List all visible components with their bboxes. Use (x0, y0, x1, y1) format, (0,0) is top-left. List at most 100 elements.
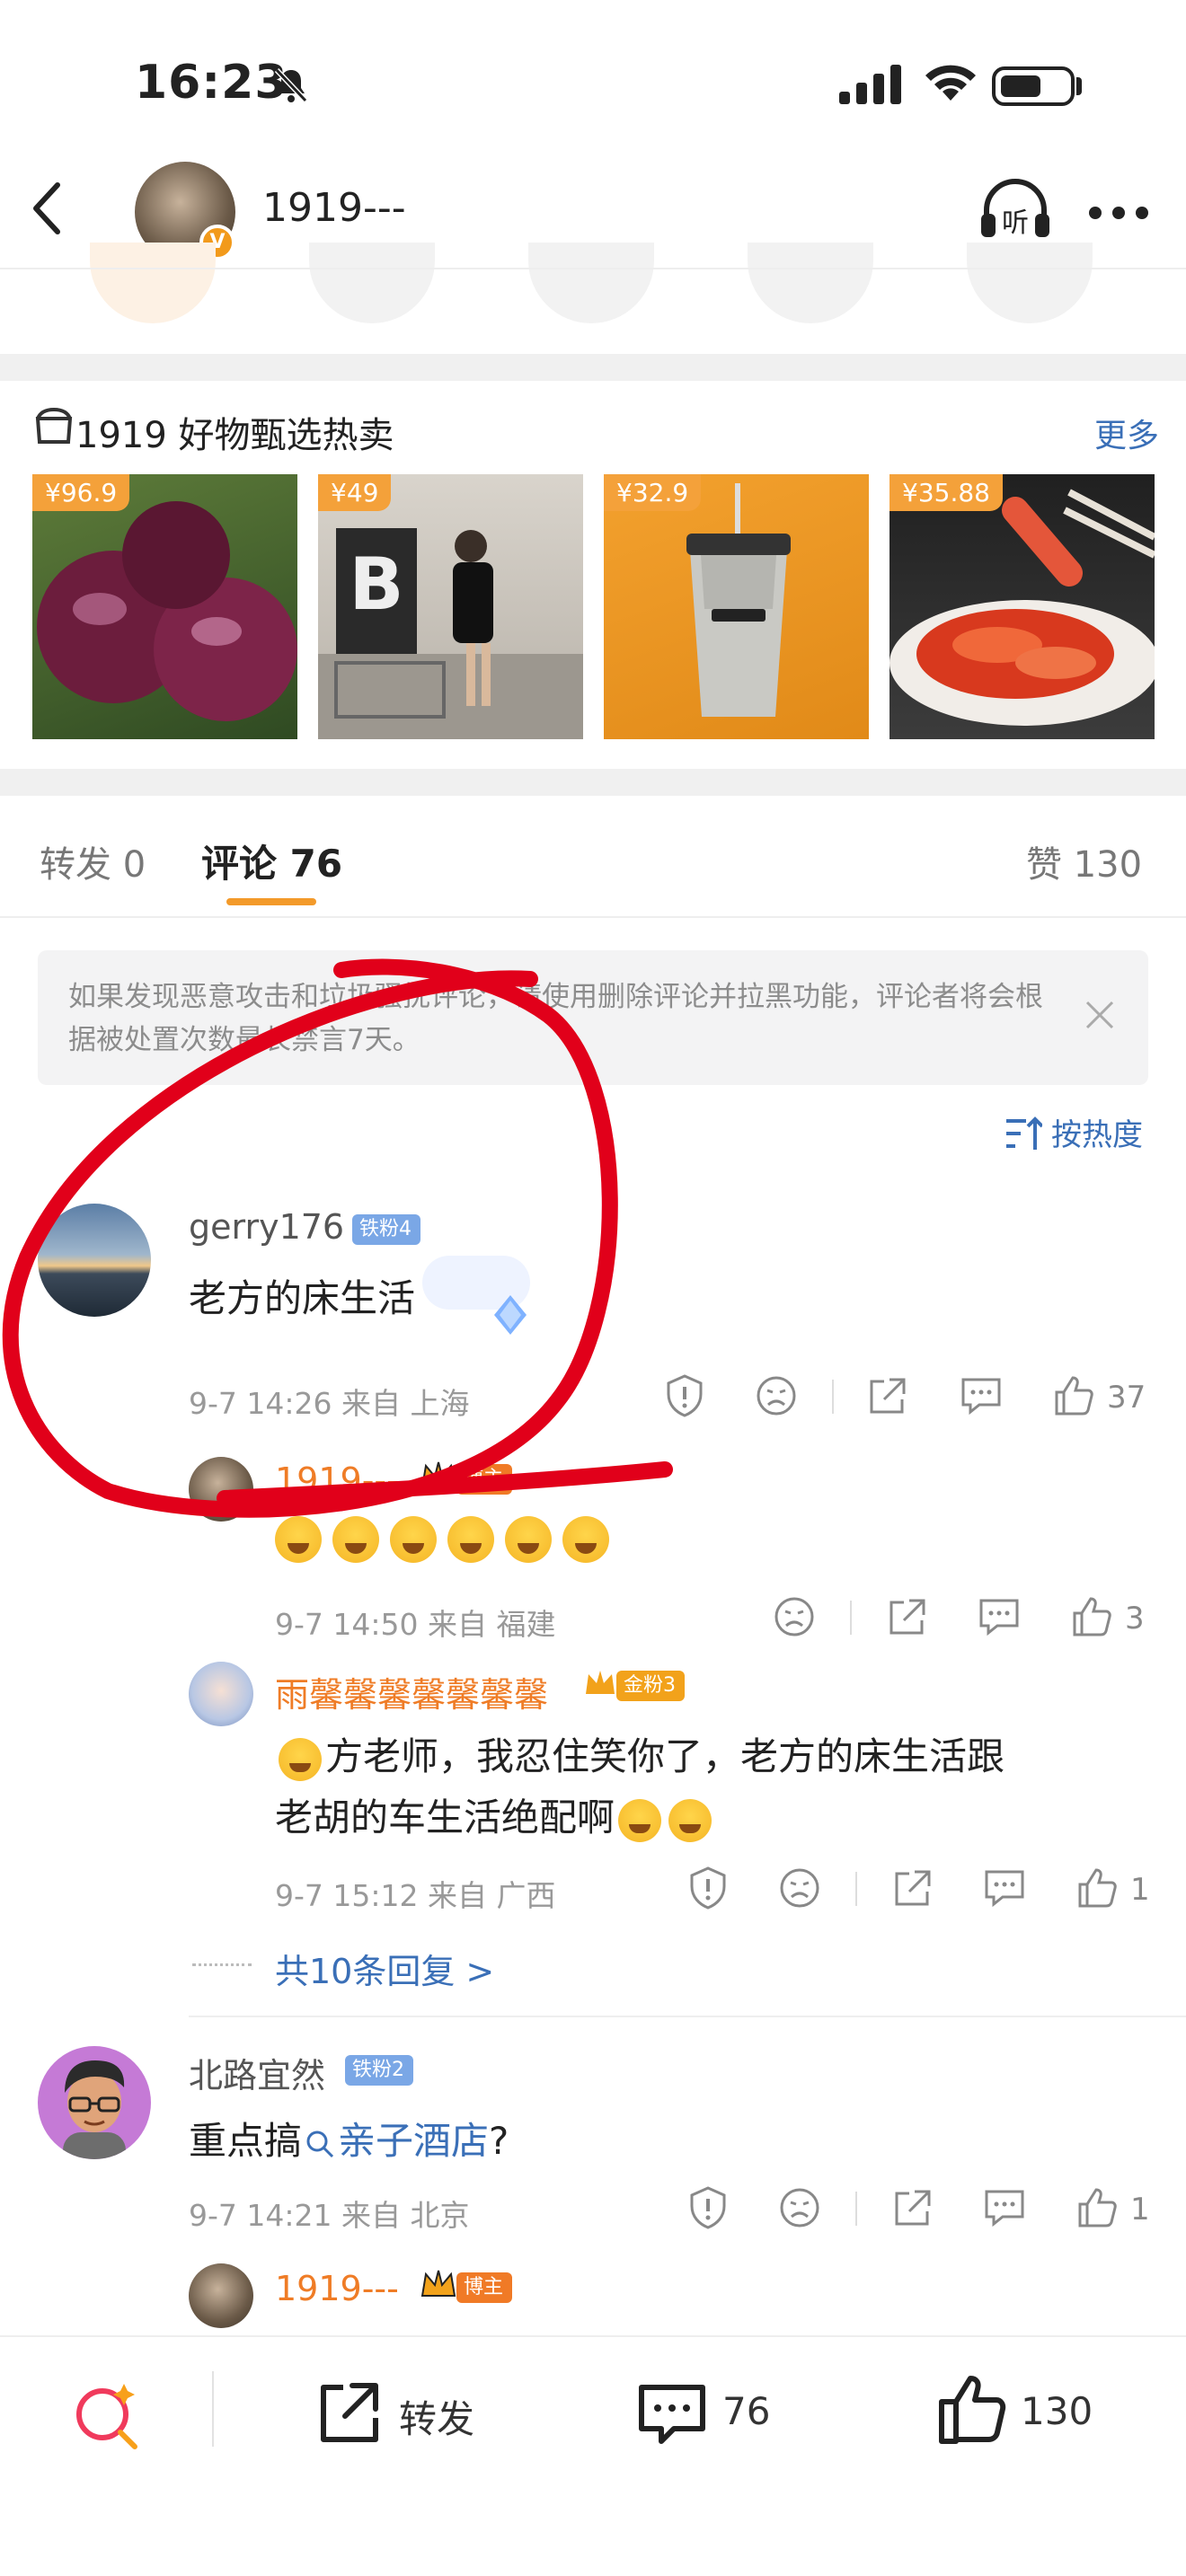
tab-comment[interactable]: 评论 76 (201, 834, 342, 888)
report-icon[interactable] (685, 2184, 731, 2231)
avatar[interactable] (189, 1457, 253, 1522)
comment-meta: 9-7 14:21 来自 北京 (189, 2198, 470, 2233)
product-price: ¥35.88 (890, 474, 1003, 511)
report-icon[interactable] (685, 1865, 731, 1911)
report-icon[interactable] (661, 1372, 708, 1419)
product-price: ¥49 (318, 474, 392, 511)
thinking-emoji (668, 1798, 712, 1842)
share-icon[interactable] (890, 2184, 936, 2231)
battery-icon (992, 66, 1075, 106)
comment-divider (189, 2016, 1186, 2017)
tab-repost[interactable]: 转发 0 (40, 835, 146, 887)
comment-icon[interactable] (634, 2377, 710, 2452)
reply-icon[interactable] (976, 1593, 1022, 1640)
product-card-store[interactable]: B ¥49 (318, 474, 583, 739)
reply-icon[interactable] (981, 2184, 1028, 2231)
avatar[interactable] (38, 1204, 151, 1317)
wifi-icon (925, 65, 976, 101)
reply-meta: 9-7 15:12 来自 广西 (275, 1878, 556, 1913)
crown-icon (586, 1671, 615, 1694)
battery-tip (1076, 77, 1082, 95)
reply-username[interactable]: 1919--- (275, 1460, 399, 1500)
laughing-crying-emoji (332, 1516, 379, 1563)
avatar[interactable] (189, 1662, 253, 1726)
laughing-crying-emoji (279, 1737, 322, 1781)
product-card-plum[interactable]: ¥96.9 (32, 474, 297, 739)
reply-text: 方老师，我忍住笑你了，老方的床生活跟 (325, 1734, 1005, 1778)
like-icon[interactable] (1073, 1865, 1120, 1911)
repost-label[interactable]: 转发 (399, 2389, 474, 2444)
sort-icon[interactable] (1005, 1116, 1042, 1151)
laughing-crying-emoji (562, 1516, 609, 1563)
shop-more-link[interactable]: 更多 (1094, 410, 1159, 456)
crown-icon (420, 1461, 456, 1488)
like-count[interactable]: 130 (1021, 2389, 1093, 2433)
dotted-leader (192, 1963, 252, 1966)
close-icon[interactable] (1082, 997, 1118, 1033)
reply-username[interactable]: 雨馨馨馨馨馨馨馨 (275, 1667, 548, 1716)
status-time: 16:23 (135, 56, 288, 110)
topic-link[interactable]: 亲子酒店 (338, 2119, 489, 2163)
action-separator (855, 1872, 857, 1906)
section-separator (0, 769, 1186, 796)
listen-headphones-icon[interactable]: 听 (978, 176, 1053, 243)
reply-text-line2: 老胡的车生活绝配啊 (275, 1787, 715, 1842)
comment-text: 老方的床生活 (189, 1276, 416, 1320)
back-arrow-icon[interactable] (29, 180, 65, 237)
laughing-crying-emoji (275, 1516, 322, 1563)
signal-icon (839, 65, 901, 104)
like-count: 37 (1107, 1380, 1146, 1416)
bottom-divider (212, 2371, 214, 2447)
like-count: 1 (1130, 1872, 1150, 1908)
like-count: 1 (1130, 2192, 1150, 2228)
more-replies-link[interactable]: 共10条回复 > (275, 1944, 494, 1993)
like-icon[interactable] (1073, 2184, 1120, 2231)
share-icon[interactable] (890, 1865, 936, 1911)
action-circle-4[interactable] (748, 243, 873, 323)
active-tab-indicator (226, 898, 316, 905)
action-circle-5[interactable] (967, 243, 1093, 323)
comment-username[interactable]: 北路宜然 (189, 2048, 325, 2097)
action-circle-2[interactable] (309, 243, 435, 323)
blogger-badge: 博主 (456, 2272, 513, 2303)
more-dots-icon[interactable] (1087, 205, 1150, 221)
gold-fan-badge: 金粉3 (616, 1671, 685, 1701)
reply-text: 老胡的车生活绝配啊 (275, 1795, 615, 1839)
product-card-tumbler[interactable]: ¥32.9 (604, 474, 869, 739)
like-icon[interactable] (1049, 1372, 1096, 1419)
section-separator (0, 354, 1186, 381)
comment-count[interactable]: 76 (722, 2389, 770, 2433)
like-thumb-icon[interactable] (934, 2371, 1010, 2447)
comment-username[interactable]: gerry176 (189, 1207, 344, 1247)
fan-badge: 铁粉4 (352, 1214, 420, 1245)
laughing-crying-emoji (390, 1516, 437, 1563)
like-icon[interactable] (1067, 1593, 1114, 1640)
header-username[interactable]: 1919--- (262, 185, 406, 231)
dislike-icon[interactable] (776, 1865, 823, 1911)
dislike-icon[interactable] (771, 1593, 818, 1640)
reply-username[interactable]: 1919--- (275, 2269, 399, 2308)
svg-text:听: 听 (1002, 207, 1029, 239)
action-separator (832, 1380, 834, 1414)
reply-icon[interactable] (958, 1372, 1005, 1419)
avatar[interactable] (189, 2263, 253, 2328)
action-circle-3[interactable] (528, 243, 654, 323)
sort-label[interactable]: 按热度 (1051, 1110, 1143, 1154)
share-icon[interactable] (864, 1372, 911, 1419)
repost-icon[interactable] (313, 2377, 385, 2448)
dislike-icon[interactable] (776, 2184, 823, 2231)
dislike-icon[interactable] (753, 1372, 800, 1419)
laughing-crying-emoji (505, 1516, 552, 1563)
avatar[interactable] (38, 2046, 151, 2159)
reply-icon[interactable] (981, 1865, 1028, 1911)
comment-text-row: 重点搞 亲子酒店? (189, 2111, 509, 2166)
moderation-notice: 如果发现恶意攻击和垃圾骚扰评论，请使用删除评论并拉黑功能，评论者将会根据被处置次… (38, 950, 1148, 1085)
tab-like[interactable]: 赞 130 (1026, 835, 1142, 887)
product-price: ¥32.9 (604, 474, 702, 511)
shop-title: 1919 好物甄选热卖 (75, 415, 394, 456)
share-icon[interactable] (884, 1593, 931, 1640)
search-sparkle-icon[interactable] (70, 2377, 146, 2452)
action-circle-1[interactable] (90, 243, 216, 323)
comment-text: 重点搞 (189, 2119, 303, 2163)
product-card-sausage[interactable]: ¥35.88 (890, 474, 1155, 739)
